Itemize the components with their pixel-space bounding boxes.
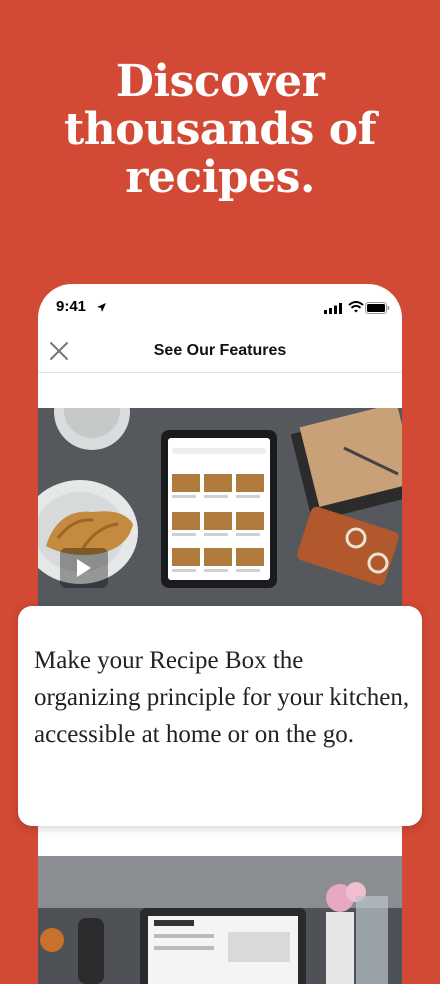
status-time: 9:41 [56,298,87,315]
play-icon [77,559,91,577]
headline-line-2: thousands of [63,104,377,155]
feature-description-text: Make your Recipe Box the organizing prin… [34,647,410,748]
battery-icon [365,301,390,319]
headline: Discover thousands of recipes. [0,58,440,202]
headline-line-3: recipes. [125,152,315,203]
navigation-bar: See Our Features [38,330,402,373]
location-arrow-icon [96,300,107,318]
cellular-signal-icon [324,301,342,319]
feature-video-thumbnail[interactable] [38,408,402,608]
play-button[interactable] [60,548,108,588]
wifi-icon [348,300,364,318]
page-title: See Our Features [153,342,287,359]
status-bar: 9:41 [38,284,402,330]
feature-description-card: Make your Recipe Box the organizing prin… [18,606,422,826]
headline-line-1: Discover [115,56,325,107]
feature-image-kitchen [38,856,402,984]
